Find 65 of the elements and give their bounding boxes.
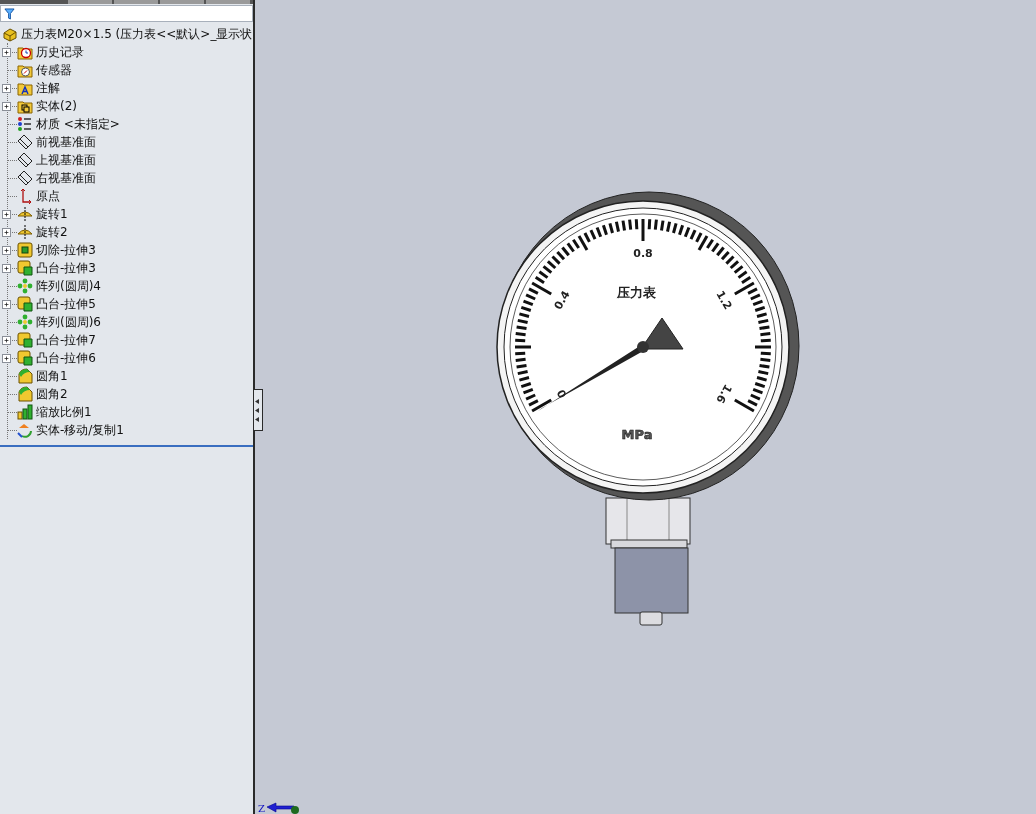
expand-icon[interactable]: [2, 335, 11, 345]
tree-item[interactable]: 实体(2): [36, 98, 77, 114]
axis-arrow-icon: [265, 802, 300, 814]
boss-icon: [17, 332, 33, 348]
tree-item[interactable]: 旋转1: [36, 206, 68, 222]
tree-item[interactable]: 注解: [36, 80, 60, 96]
plane-icon: [17, 170, 33, 186]
expand-icon[interactable]: [2, 209, 11, 219]
pattern-icon: [17, 278, 33, 294]
move-icon: [17, 422, 33, 438]
dial-label: 0.4: [551, 288, 573, 312]
axis-label: Z: [258, 803, 265, 814]
tree-item[interactable]: 圆角2: [36, 386, 68, 402]
tree-item[interactable]: 压力表M20×1.5 (压力表<<默认>_显示状: [21, 26, 253, 42]
fillet-icon: [17, 368, 33, 384]
tree-item[interactable]: 阵列(圆周)6: [36, 314, 101, 330]
dial-title: 压力表: [616, 285, 656, 300]
tree-item[interactable]: 凸台-拉伸6: [36, 350, 96, 366]
revolve-icon: [17, 224, 33, 240]
filter-icon[interactable]: [4, 7, 15, 20]
expand-icon[interactable]: [2, 101, 11, 111]
tree-item[interactable]: 缩放比例1: [36, 404, 92, 420]
expand-icon[interactable]: [2, 353, 11, 363]
scale-icon: [17, 404, 33, 420]
tree-item[interactable]: 原点: [36, 188, 60, 204]
filter-field[interactable]: [0, 5, 253, 22]
tree-item[interactable]: 凸台-拉伸7: [36, 332, 96, 348]
pattern-icon: [17, 314, 33, 330]
expand-icon[interactable]: [2, 299, 11, 309]
tree-item[interactable]: 圆角1: [36, 368, 68, 384]
tree-item[interactable]: 材质 <未指定>: [36, 116, 120, 132]
collapse-handle[interactable]: [254, 389, 263, 431]
tree-item[interactable]: 切除-拉伸3: [36, 242, 96, 258]
fillet-icon: [17, 386, 33, 402]
boss-icon: [17, 296, 33, 312]
expand-icon[interactable]: [2, 245, 11, 255]
unit-label: MPa: [621, 427, 653, 442]
expand-icon[interactable]: [2, 47, 11, 57]
tree-item[interactable]: 凸台-拉伸3: [36, 260, 96, 276]
tree-item[interactable]: 旋转2: [36, 224, 68, 240]
tree-item[interactable]: 右视基准面: [36, 170, 96, 186]
tree-item[interactable]: 凸台-拉伸5: [36, 296, 96, 312]
part-icon: [2, 26, 18, 42]
dial-label: 0.8: [633, 247, 653, 260]
tree-item[interactable]: 上视基准面: [36, 152, 96, 168]
dial-label: 0: [554, 387, 570, 401]
expand-icon[interactable]: [2, 227, 11, 237]
tree-item[interactable]: 历史记录: [36, 44, 84, 60]
plane-icon: [17, 134, 33, 150]
annotation-icon: [17, 80, 33, 96]
tree-item[interactable]: 前视基准面: [36, 134, 96, 150]
history-icon: [17, 44, 33, 60]
material-icon: [17, 116, 33, 132]
sensor-icon: [17, 62, 33, 78]
plane-icon: [17, 152, 33, 168]
solids-icon: [17, 98, 33, 114]
cut-icon: [17, 242, 33, 258]
boss-icon: [17, 260, 33, 276]
boss-icon: [17, 350, 33, 366]
revolve-icon: [17, 206, 33, 222]
expand-icon[interactable]: [2, 83, 11, 93]
expand-icon[interactable]: [2, 263, 11, 273]
tree-item[interactable]: 实体-移动/复制1: [36, 422, 124, 438]
tree-item[interactable]: 传感器: [36, 62, 72, 78]
tree-item[interactable]: 阵列(圆周)4: [36, 278, 101, 294]
